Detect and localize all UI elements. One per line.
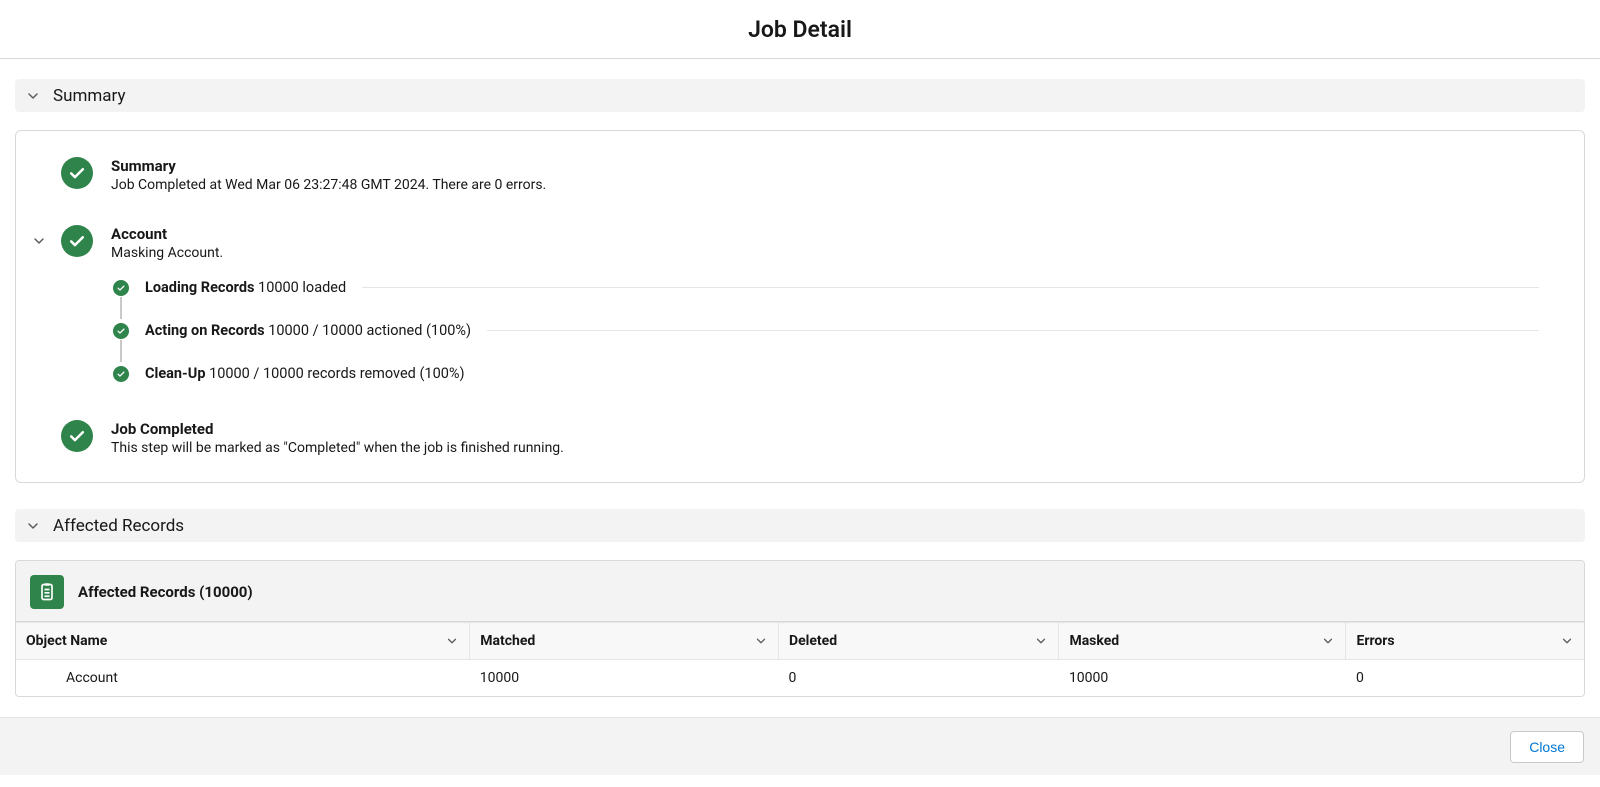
column-label: Masked	[1069, 633, 1119, 649]
check-circle-small-icon	[113, 280, 129, 296]
section-title-records: Affected Records	[53, 516, 184, 536]
cell-matched: 10000	[470, 660, 779, 697]
page-header: Job Detail	[0, 0, 1600, 59]
step-item: Acting on Records 10000 / 10000 actioned…	[113, 322, 1539, 339]
records-panel-header: Affected Records (10000)	[16, 561, 1584, 622]
footer-bar: Close	[0, 717, 1600, 775]
records-panel-title: Affected Records (10000)	[78, 583, 253, 601]
cell-deleted: 0	[778, 660, 1058, 697]
chevron-down-icon	[25, 88, 41, 104]
account-item: Account Masking Account.	[61, 225, 1539, 261]
column-label: Object Name	[26, 633, 107, 649]
summary-panel: Summary Job Completed at Wed Mar 06 23:2…	[15, 130, 1585, 483]
cell-masked: 10000	[1059, 660, 1346, 697]
step-item: Clean-Up 10000 / 10000 records removed (…	[113, 365, 1539, 382]
summary-item: Summary Job Completed at Wed Mar 06 23:2…	[61, 157, 1539, 193]
account-item-subtitle: Masking Account.	[111, 245, 223, 261]
step-connector	[120, 297, 122, 319]
chevron-down-icon	[445, 634, 459, 648]
chevron-down-icon	[1321, 634, 1335, 648]
completed-item-title: Job Completed	[111, 420, 564, 438]
summary-item-subtitle: Job Completed at Wed Mar 06 23:27:48 GMT…	[111, 177, 546, 193]
check-circle-small-icon	[113, 366, 129, 382]
step-item: Loading Records 10000 loaded	[113, 279, 1539, 296]
check-circle-icon	[61, 225, 93, 257]
section-toggle-summary[interactable]: Summary	[15, 79, 1585, 112]
chevron-down-icon	[754, 634, 768, 648]
cell-errors: 0	[1346, 660, 1584, 697]
check-circle-small-icon	[113, 323, 129, 339]
close-button[interactable]: Close	[1510, 731, 1584, 763]
column-header[interactable]: Matched	[470, 623, 779, 660]
records-panel: Affected Records (10000) Object Name Matc…	[15, 560, 1585, 697]
chevron-down-icon	[1560, 634, 1574, 648]
column-header[interactable]: Masked	[1059, 623, 1346, 660]
page-title: Job Detail	[748, 16, 852, 43]
step-text: Acting on Records 10000 / 10000 actioned…	[145, 322, 471, 339]
section-toggle-records[interactable]: Affected Records	[15, 509, 1585, 542]
records-table: Object Name Matched Deleted Masked Errors Ac…	[16, 622, 1584, 696]
account-steps: Loading Records 10000 loaded Acting on Re…	[113, 279, 1539, 382]
step-text: Loading Records 10000 loaded	[145, 279, 346, 296]
check-circle-icon	[61, 157, 93, 189]
cell-object: Account	[16, 660, 470, 697]
completed-item-subtitle: This step will be marked as "Completed" …	[111, 440, 564, 456]
step-connector	[120, 340, 122, 362]
column-header[interactable]: Deleted	[778, 623, 1058, 660]
completed-item: Job Completed This step will be marked a…	[61, 420, 1539, 456]
step-text: Clean-Up 10000 / 10000 records removed (…	[145, 365, 465, 382]
column-label: Deleted	[789, 633, 837, 649]
table-row: Account100000100000	[16, 660, 1584, 697]
clipboard-icon	[30, 575, 64, 609]
chevron-down-icon	[1034, 634, 1048, 648]
chevron-down-icon	[25, 518, 41, 534]
step-divider	[487, 330, 1539, 331]
account-item-title: Account	[111, 225, 223, 243]
summary-item-title: Summary	[111, 157, 546, 175]
column-header[interactable]: Errors	[1346, 623, 1584, 660]
column-label: Matched	[480, 633, 535, 649]
section-title-summary: Summary	[53, 86, 125, 106]
column-label: Errors	[1356, 633, 1394, 649]
check-circle-icon	[61, 420, 93, 452]
step-divider	[362, 287, 1539, 288]
chevron-down-icon[interactable]	[31, 233, 47, 249]
column-header[interactable]: Object Name	[16, 623, 470, 660]
